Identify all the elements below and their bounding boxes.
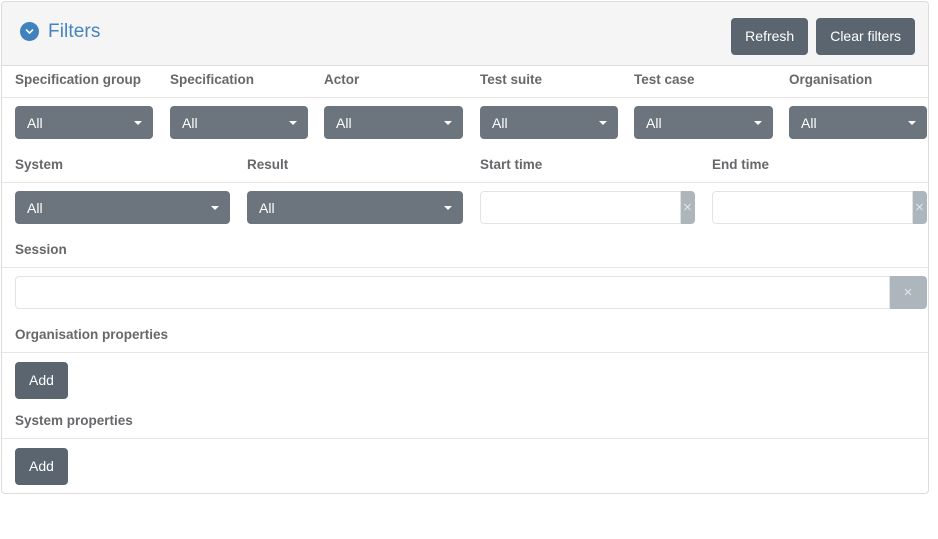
system-properties-row: Add xyxy=(2,439,928,493)
organisation-properties-row: Add xyxy=(2,353,928,407)
filters-page: Filters Refresh Clear filters Specificat… xyxy=(0,0,938,539)
caret-down-icon xyxy=(444,120,452,125)
caret-down-icon xyxy=(289,120,297,125)
caret-down-icon xyxy=(599,120,607,125)
header-actions: Refresh Clear filters xyxy=(731,18,915,55)
refresh-button[interactable]: Refresh xyxy=(731,18,809,55)
session-clear-button[interactable]: × xyxy=(890,276,927,309)
dropdown-test-case[interactable]: All xyxy=(634,106,773,139)
caret-down-icon xyxy=(134,120,142,125)
label-result: Result xyxy=(247,157,289,172)
start-time-group: × xyxy=(480,191,695,224)
label-organisation: Organisation xyxy=(789,72,873,87)
filter-control-row-2: All All × × xyxy=(2,183,928,236)
dropdown-organisation-value: All xyxy=(801,114,817,131)
label-start-time: Start time xyxy=(480,157,543,172)
filter-control-row-3: × xyxy=(2,268,928,321)
dropdown-system-value: All xyxy=(27,199,43,216)
filters-toggle[interactable]: Filters xyxy=(20,22,100,41)
caret-down-icon xyxy=(211,205,219,210)
chevron-down-icon[interactable] xyxy=(20,22,39,41)
end-time-input[interactable] xyxy=(712,191,913,224)
clear-filters-button[interactable]: Clear filters xyxy=(816,18,915,55)
label-actor: Actor xyxy=(324,72,360,87)
caret-down-icon xyxy=(444,205,452,210)
dropdown-system[interactable]: All xyxy=(15,191,230,224)
filter-label-row-1: Specification group Specification Actor … xyxy=(2,66,928,98)
dropdown-actor-value: All xyxy=(336,114,352,131)
filters-card: Filters Refresh Clear filters Specificat… xyxy=(1,1,929,494)
label-test-case: Test case xyxy=(634,72,695,87)
dropdown-test-suite-value: All xyxy=(492,114,508,131)
label-end-time: End time xyxy=(712,157,770,172)
dropdown-specification-group-value: All xyxy=(27,114,43,131)
dropdown-specification[interactable]: All xyxy=(170,106,308,139)
filter-label-row-4: Organisation properties xyxy=(2,321,928,353)
label-system-properties: System properties xyxy=(15,413,133,428)
dropdown-test-case-value: All xyxy=(646,114,662,131)
filters-card-body: Specification group Specification Actor … xyxy=(2,66,928,493)
dropdown-test-suite[interactable]: All xyxy=(480,106,618,139)
dropdown-actor[interactable]: All xyxy=(324,106,463,139)
filter-label-row-5: System properties xyxy=(2,407,928,439)
dropdown-organisation[interactable]: All xyxy=(789,106,927,139)
label-specification-group: Specification group xyxy=(15,72,142,87)
filters-card-header: Filters Refresh Clear filters xyxy=(2,2,928,66)
dropdown-result[interactable]: All xyxy=(247,191,463,224)
start-time-clear-button[interactable]: × xyxy=(681,191,695,224)
label-session: Session xyxy=(15,242,67,257)
dropdown-specification-group[interactable]: All xyxy=(15,106,153,139)
label-test-suite: Test suite xyxy=(480,72,543,87)
session-input[interactable] xyxy=(15,276,890,309)
end-time-clear-button[interactable]: × xyxy=(913,191,927,224)
label-organisation-properties: Organisation properties xyxy=(15,327,169,342)
caret-down-icon xyxy=(908,120,916,125)
page-title: Filters xyxy=(48,21,101,42)
end-time-group: × xyxy=(712,191,927,224)
dropdown-result-value: All xyxy=(259,199,275,216)
caret-down-icon xyxy=(754,120,762,125)
filter-label-row-2: System Result Start time End time xyxy=(2,151,928,183)
label-specification: Specification xyxy=(170,72,255,87)
filter-label-row-3: Session xyxy=(2,236,928,268)
add-system-property-button[interactable]: Add xyxy=(15,448,68,485)
start-time-input[interactable] xyxy=(480,191,681,224)
add-organisation-property-button[interactable]: Add xyxy=(15,362,68,399)
label-system: System xyxy=(15,157,64,172)
dropdown-specification-value: All xyxy=(182,114,198,131)
filter-control-row-1: All All All All All All xyxy=(2,98,928,151)
session-group: × xyxy=(15,276,927,309)
